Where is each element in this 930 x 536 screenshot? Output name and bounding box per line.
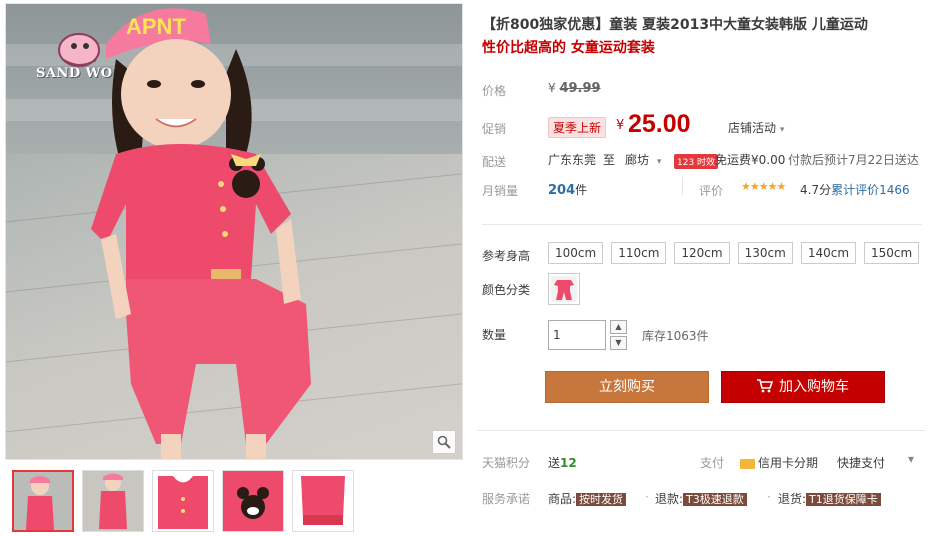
add-to-cart-label: 加入购物车 bbox=[779, 379, 849, 395]
service-goods-label: 商品: bbox=[548, 492, 577, 506]
quantity-input[interactable] bbox=[548, 320, 606, 350]
quantity-decrease-button[interactable]: ▼ bbox=[610, 336, 627, 350]
product-title-sub: 性价比超高的 女童运动套装 bbox=[482, 40, 655, 56]
delivery-eta: 付款后预计7月22日送达 bbox=[788, 153, 919, 167]
review-count-link[interactable]: 累计评价1466 bbox=[831, 183, 910, 197]
delivery-label: 配送 bbox=[482, 155, 507, 169]
ship-to-word: 至 bbox=[603, 153, 616, 167]
thumbnail-3[interactable] bbox=[152, 470, 214, 532]
service-refund: 退款: T3极速退款 bbox=[655, 490, 747, 507]
thumbnail-1[interactable] bbox=[12, 470, 74, 532]
product-title-main: 【折800独家优惠】童装 夏装2013中大童女装韩版 儿童运动 bbox=[482, 17, 868, 33]
separator-dot: · bbox=[645, 490, 649, 504]
pink-outfit-swatch-icon bbox=[551, 276, 577, 302]
thumbnail-shirt-detail-image bbox=[153, 471, 213, 531]
service-refund-label: 退款: bbox=[655, 492, 684, 506]
add-to-cart-button[interactable]: 加入购物车 bbox=[721, 371, 885, 403]
section-divider bbox=[477, 430, 925, 431]
quick-pay[interactable]: 快捷支付 bbox=[837, 454, 885, 471]
service-return: 退货: T1退货保障卡 bbox=[778, 490, 881, 507]
shopping-cart-icon bbox=[757, 379, 774, 393]
service-goods: 商品: 按时发货 bbox=[548, 490, 627, 507]
child-model-illustration: APNT bbox=[91, 8, 311, 459]
size-option-120[interactable]: 120cm bbox=[674, 242, 730, 264]
original-price-currency: ¥ bbox=[548, 81, 556, 95]
promo-tag: 夏季上新 bbox=[548, 117, 607, 138]
original-price-value: 49.99 bbox=[559, 81, 601, 96]
rating-stars: ★★★★★ bbox=[741, 180, 786, 193]
monthly-sales-unit: 件 bbox=[575, 183, 588, 197]
promo-price-value: 25.00 bbox=[628, 110, 691, 138]
monthly-sales: 204件 bbox=[548, 181, 587, 198]
service-refund-tag[interactable]: T3极速退款 bbox=[683, 493, 747, 506]
thumbnail-child-image bbox=[14, 472, 72, 530]
quantity-label: 数量 bbox=[482, 328, 507, 342]
color-option-pink[interactable] bbox=[548, 273, 580, 305]
points-give-text: 送 bbox=[548, 456, 561, 470]
thumbnail-cuff-detail-image bbox=[293, 471, 353, 531]
sales-divider bbox=[682, 177, 683, 195]
payment-label: 支付 bbox=[700, 456, 725, 470]
ship-to-city: 廊坊 bbox=[625, 153, 650, 167]
cap-text: APNT bbox=[126, 14, 186, 39]
thumbnail-5[interactable] bbox=[292, 470, 354, 532]
zoom-button[interactable] bbox=[432, 430, 456, 454]
review-label: 评价 bbox=[699, 184, 724, 198]
rating-score: 4.7分 bbox=[800, 183, 832, 197]
credit-installment-label: 信用卡分期 bbox=[758, 456, 819, 470]
thumbnail-strip bbox=[12, 470, 354, 532]
points-number: 12 bbox=[560, 456, 577, 470]
size-options: 100cm 110cm 120cm 130cm 140cm 150cm bbox=[548, 242, 920, 264]
service-return-tag[interactable]: T1退货保障卡 bbox=[806, 493, 881, 506]
price-label: 价格 bbox=[482, 84, 507, 98]
separator-dot: · bbox=[767, 490, 771, 504]
thumbnail-child-full-image bbox=[83, 471, 143, 531]
tmall-points-label: 天猫积分 bbox=[482, 456, 531, 470]
service-goods-tag[interactable]: 按时发货 bbox=[576, 493, 627, 506]
service-label: 服务承诺 bbox=[482, 492, 531, 506]
ship-from: 广东东莞 bbox=[548, 153, 597, 167]
credit-card-icon bbox=[740, 458, 755, 469]
payment-expand-icon[interactable]: ▾ bbox=[908, 452, 914, 466]
size-option-100[interactable]: 100cm bbox=[548, 242, 604, 264]
size-option-140[interactable]: 140cm bbox=[800, 242, 857, 264]
buy-now-button[interactable]: 立刻购买 bbox=[545, 371, 709, 403]
stock-count: 库存1063件 bbox=[642, 329, 709, 343]
product-title: 【折800独家优惠】童装 夏装2013中大童女装韩版 儿童运动 性价比超高的 女… bbox=[482, 14, 922, 60]
points-value: 送12 bbox=[548, 454, 577, 471]
ship-to-dropdown[interactable]: 廊坊 ▾ bbox=[625, 151, 661, 168]
size-label: 参考身高 bbox=[482, 249, 531, 263]
section-divider bbox=[482, 224, 922, 225]
thumbnail-2[interactable] bbox=[82, 470, 144, 532]
delivery-timing-badge: 123 时效 bbox=[674, 154, 719, 169]
product-main-image[interactable]: SAND WORM APNT bbox=[5, 3, 463, 460]
free-shipping-text: 免运费¥0.00 bbox=[715, 153, 786, 167]
thumbnail-4[interactable] bbox=[222, 470, 284, 532]
original-price: ¥ 49.99 bbox=[548, 81, 601, 96]
size-option-130[interactable]: 130cm bbox=[737, 242, 793, 264]
quantity-increase-button[interactable]: ▲ bbox=[610, 320, 627, 334]
monthly-sales-count: 204 bbox=[548, 183, 576, 198]
store-activity-label: 店铺活动 bbox=[728, 121, 777, 135]
chevron-down-icon: ▾ bbox=[656, 157, 662, 167]
thumbnail-print-detail-image bbox=[223, 471, 283, 531]
color-label: 颜色分类 bbox=[482, 283, 531, 297]
service-return-label: 退货: bbox=[778, 492, 807, 506]
promo-label: 促销 bbox=[482, 122, 507, 136]
size-option-110[interactable]: 110cm bbox=[611, 242, 667, 264]
store-activity-dropdown[interactable]: 店铺活动 ▾ bbox=[728, 119, 784, 136]
credit-installment[interactable]: 信用卡分期 bbox=[740, 454, 818, 471]
rating-summary[interactable]: 4.7分累计评价1466 bbox=[800, 181, 910, 198]
monthly-sales-label: 月销量 bbox=[482, 184, 519, 198]
chevron-down-icon: ▾ bbox=[779, 125, 785, 135]
promo-price-currency: ¥ bbox=[616, 118, 625, 133]
magnifier-icon bbox=[437, 435, 451, 449]
size-option-150[interactable]: 150cm bbox=[864, 242, 920, 264]
